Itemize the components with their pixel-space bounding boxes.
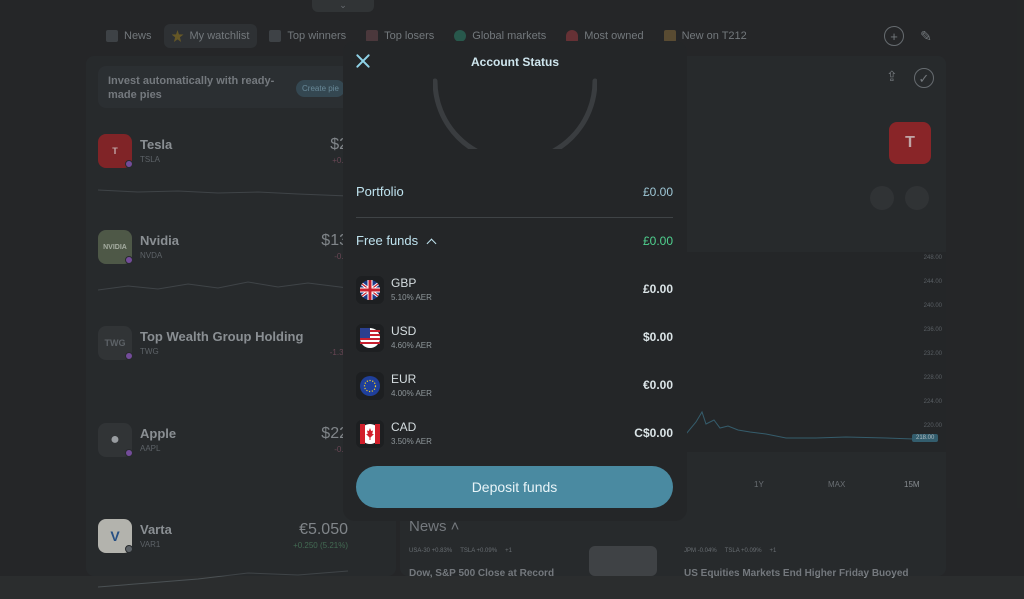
currency-aer: 4.00% AER <box>391 389 432 398</box>
currency-amount: €0.00 <box>643 378 673 392</box>
free-funds-value: £0.00 <box>643 234 673 248</box>
currency-aer: 3.50% AER <box>391 437 432 446</box>
currency-row-gbp[interactable]: GBP 5.10% AER £0.00 <box>356 274 673 308</box>
portfolio-value: £0.00 <box>643 185 673 199</box>
account-status-dialog: Account Status Portfolio £0.00 Free fund… <box>343 41 687 521</box>
us-flag-icon <box>356 324 384 352</box>
deposit-funds-button[interactable]: Deposit funds <box>356 466 673 508</box>
currency-row-cad[interactable]: CAD 3.50% AER C$0.00 <box>356 418 673 452</box>
currency-amount: C$0.00 <box>634 426 673 440</box>
currency-row-usd[interactable]: USD 4.60% AER $0.00 <box>356 322 673 356</box>
portfolio-gauge <box>433 59 597 149</box>
currency-aer: 4.60% AER <box>391 341 432 350</box>
portfolio-label: Portfolio <box>356 184 404 199</box>
currency-aer: 5.10% AER <box>391 293 432 302</box>
currency-amount: £0.00 <box>643 282 673 296</box>
currency-amount: $0.00 <box>643 330 673 344</box>
currency-row-eur[interactable]: EUR 4.00% AER €0.00 <box>356 370 673 404</box>
chevron-up-icon <box>427 239 437 249</box>
currency-code: CAD <box>391 420 416 434</box>
uk-flag-icon <box>356 276 384 304</box>
currency-code: USD <box>391 324 416 338</box>
divider <box>356 217 673 218</box>
currency-code: GBP <box>391 276 416 290</box>
canada-flag-icon <box>356 420 384 448</box>
deposit-label: Deposit funds <box>472 479 558 495</box>
free-funds-row[interactable]: Free funds £0.00 <box>356 233 673 248</box>
currency-code: EUR <box>391 372 416 386</box>
portfolio-row: Portfolio £0.00 <box>356 184 673 199</box>
eu-flag-icon <box>356 372 384 400</box>
free-funds-toggle[interactable]: Free funds <box>356 233 435 248</box>
